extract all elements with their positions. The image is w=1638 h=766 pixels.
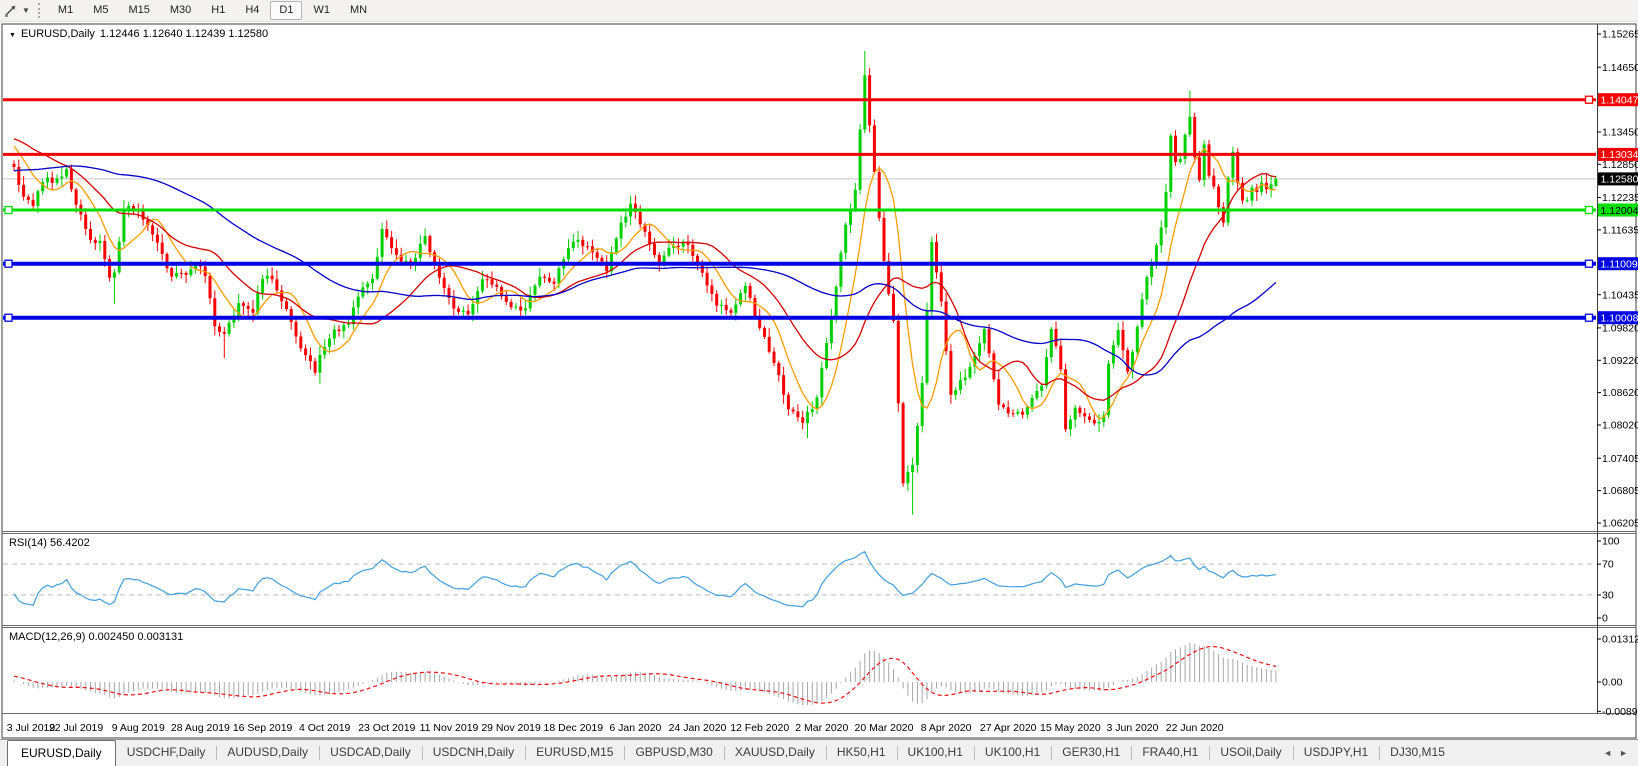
tab-uk100-h1[interactable]: UK100,H1 [974,740,1051,766]
price-tag-1.14047: 1.14047 [1598,93,1638,106]
svg-text:2 Mar 2020: 2 Mar 2020 [795,722,848,734]
tab-hk50-h1[interactable]: HK50,H1 [826,740,897,766]
svg-text:1.09220: 1.09220 [1602,355,1638,367]
macd-indicator-label: MACD(12,26,9) 0.002450 0.003131 [9,631,183,643]
svg-text:-0.008933: -0.008933 [1602,706,1638,718]
chart-symbol-label: EURUSD,Daily [21,28,95,40]
timeframe-button-d1[interactable]: D1 [270,1,302,20]
price-tag-1.13034: 1.13034 [1598,148,1638,161]
svg-text:1.12580: 1.12580 [1601,174,1638,186]
svg-text:1.15265: 1.15265 [1602,29,1638,41]
tab-dj30-m15[interactable]: DJ30,M15 [1379,740,1456,766]
svg-text:8 Apr 2020: 8 Apr 2020 [921,722,972,734]
svg-text:1.07405: 1.07405 [1602,453,1638,465]
svg-text:30: 30 [1602,590,1614,602]
svg-text:1.10435: 1.10435 [1602,289,1638,301]
svg-text:1.08020: 1.08020 [1602,420,1638,432]
timeframe-button-mn[interactable]: MN [341,1,376,20]
timeframe-button-w1[interactable]: W1 [304,1,339,20]
date-axis: 3 Jul 201922 Jul 20199 Aug 201928 Aug 20… [7,722,1224,734]
symbol-tabbar: EURUSD,DailyUSDCHF,DailyAUDUSD,DailyUSDC… [0,739,1638,766]
symbol-tabs: EURUSD,DailyUSDCHF,DailyAUDUSD,DailyUSDC… [0,740,1456,766]
tab-usdchf-daily[interactable]: USDCHF,Daily [116,740,217,766]
tab-ger30-h1[interactable]: GER30,H1 [1051,740,1131,766]
svg-text:0.013121: 0.013121 [1602,634,1638,646]
tab-uk100-h1[interactable]: UK100,H1 [897,740,974,766]
svg-text:24 Jan 2020: 24 Jan 2020 [669,722,727,734]
chart-dropdown-icon[interactable]: ▼ [9,32,16,39]
svg-text:20 Mar 2020: 20 Mar 2020 [855,722,914,734]
svg-text:23 Oct 2019: 23 Oct 2019 [358,722,415,734]
svg-text:22 Jun 2020: 22 Jun 2020 [1166,722,1224,734]
timeframe-button-m15[interactable]: M15 [119,1,158,20]
tabs-scroll-right-icon[interactable]: ► [1619,748,1628,758]
svg-text:18 Dec 2019: 18 Dec 2019 [544,722,604,734]
svg-text:9 Aug 2019: 9 Aug 2019 [112,722,165,734]
chart-canvas[interactable]: 1.152651.146501.134501.128501.122351.116… [0,0,1638,765]
svg-text:6 Jan 2020: 6 Jan 2020 [609,722,661,734]
svg-text:11 Nov 2019: 11 Nov 2019 [420,722,479,734]
svg-text:1.06805: 1.06805 [1602,485,1638,497]
svg-text:29 Nov 2019: 29 Nov 2019 [481,722,541,734]
trendline-draw-icon [3,3,19,18]
svg-text:1.06205: 1.06205 [1602,518,1638,530]
tab-xauusd-daily[interactable]: XAUUSD,Daily [724,740,826,766]
svg-text:1.14650: 1.14650 [1602,62,1638,74]
svg-text:100: 100 [1602,536,1620,548]
tab-eurusd-daily[interactable]: EURUSD,Daily [7,740,116,766]
tab-usdcad-daily[interactable]: USDCAD,Daily [319,740,422,766]
tab-gbpusd-m30[interactable]: GBPUSD,M30 [624,740,723,766]
svg-text:16 Sep 2019: 16 Sep 2019 [233,722,293,734]
timeframe-buttons: M1M5M15M30H1H4D1W1MN [48,1,377,20]
svg-text:1.12235: 1.12235 [1602,192,1638,204]
svg-text:0.00: 0.00 [1602,677,1623,689]
timeframe-button-h1[interactable]: H1 [202,1,234,20]
svg-text:1.11009: 1.11009 [1601,259,1638,271]
tab-usoil-daily[interactable]: USOil,Daily [1209,740,1292,766]
timeframe-button-m30[interactable]: M30 [161,1,200,20]
current-price-tag: 1.12580 [1598,172,1638,185]
svg-text:3 Jun 2020: 3 Jun 2020 [1107,722,1159,734]
toolbar: ▼ M1M5M15M30H1H4D1W1MN [0,0,1638,22]
svg-text:1.11635: 1.11635 [1602,225,1638,237]
svg-text:4 Oct 2019: 4 Oct 2019 [299,722,351,734]
timeframe-button-m1[interactable]: M1 [49,1,82,20]
price-tag-1.10008: 1.10008 [1598,311,1638,324]
svg-text:1.10008: 1.10008 [1601,313,1638,325]
tab-eurusd-m15[interactable]: EURUSD,M15 [525,740,624,766]
svg-text:1.13450: 1.13450 [1602,127,1638,139]
toolbar-grip [38,3,42,18]
svg-text:1.12004: 1.12004 [1601,205,1638,217]
svg-text:1.14047: 1.14047 [1601,95,1638,107]
tab-fra40-h1[interactable]: FRA40,H1 [1131,740,1209,766]
svg-text:27 Apr 2020: 27 Apr 2020 [980,722,1037,734]
svg-text:28 Aug 2019: 28 Aug 2019 [171,722,230,734]
chart-title: ▼ EURUSD,Daily 1.12446 1.12640 1.12439 1… [9,28,268,40]
price-tag-1.11009: 1.11009 [1598,257,1638,270]
svg-text:1.13034: 1.13034 [1601,149,1638,161]
trading-terminal: { "toolbar": { "draw_tool_icon": "trendl… [0,0,1638,765]
chart-ohlc-values: 1.12446 1.12640 1.12439 1.12580 [100,28,268,40]
svg-text:12 Feb 2020: 12 Feb 2020 [730,722,789,734]
svg-text:70: 70 [1602,559,1614,571]
rsi-indicator-label: RSI(14) 56.4202 [9,537,90,549]
tab-usdcnh-daily[interactable]: USDCNH,Daily [422,740,525,766]
timeframe-button-m5[interactable]: M5 [84,1,117,20]
price-tag-1.12004: 1.12004 [1598,204,1638,217]
svg-text:15 May 2020: 15 May 2020 [1040,722,1101,734]
draw-tool-button[interactable]: ▼ [0,3,30,18]
tabs-scroll-left-icon[interactable]: ◄ [1603,748,1612,758]
svg-text:0: 0 [1602,613,1608,625]
timeframe-button-h4[interactable]: H4 [236,1,268,20]
tab-audusd-daily[interactable]: AUDUSD,Daily [216,740,319,766]
svg-text:22 Jul 2019: 22 Jul 2019 [49,722,103,734]
svg-text:1.08620: 1.08620 [1602,387,1638,399]
tab-usdjpy-h1[interactable]: USDJPY,H1 [1293,740,1379,766]
chevron-down-icon: ▼ [22,6,30,15]
